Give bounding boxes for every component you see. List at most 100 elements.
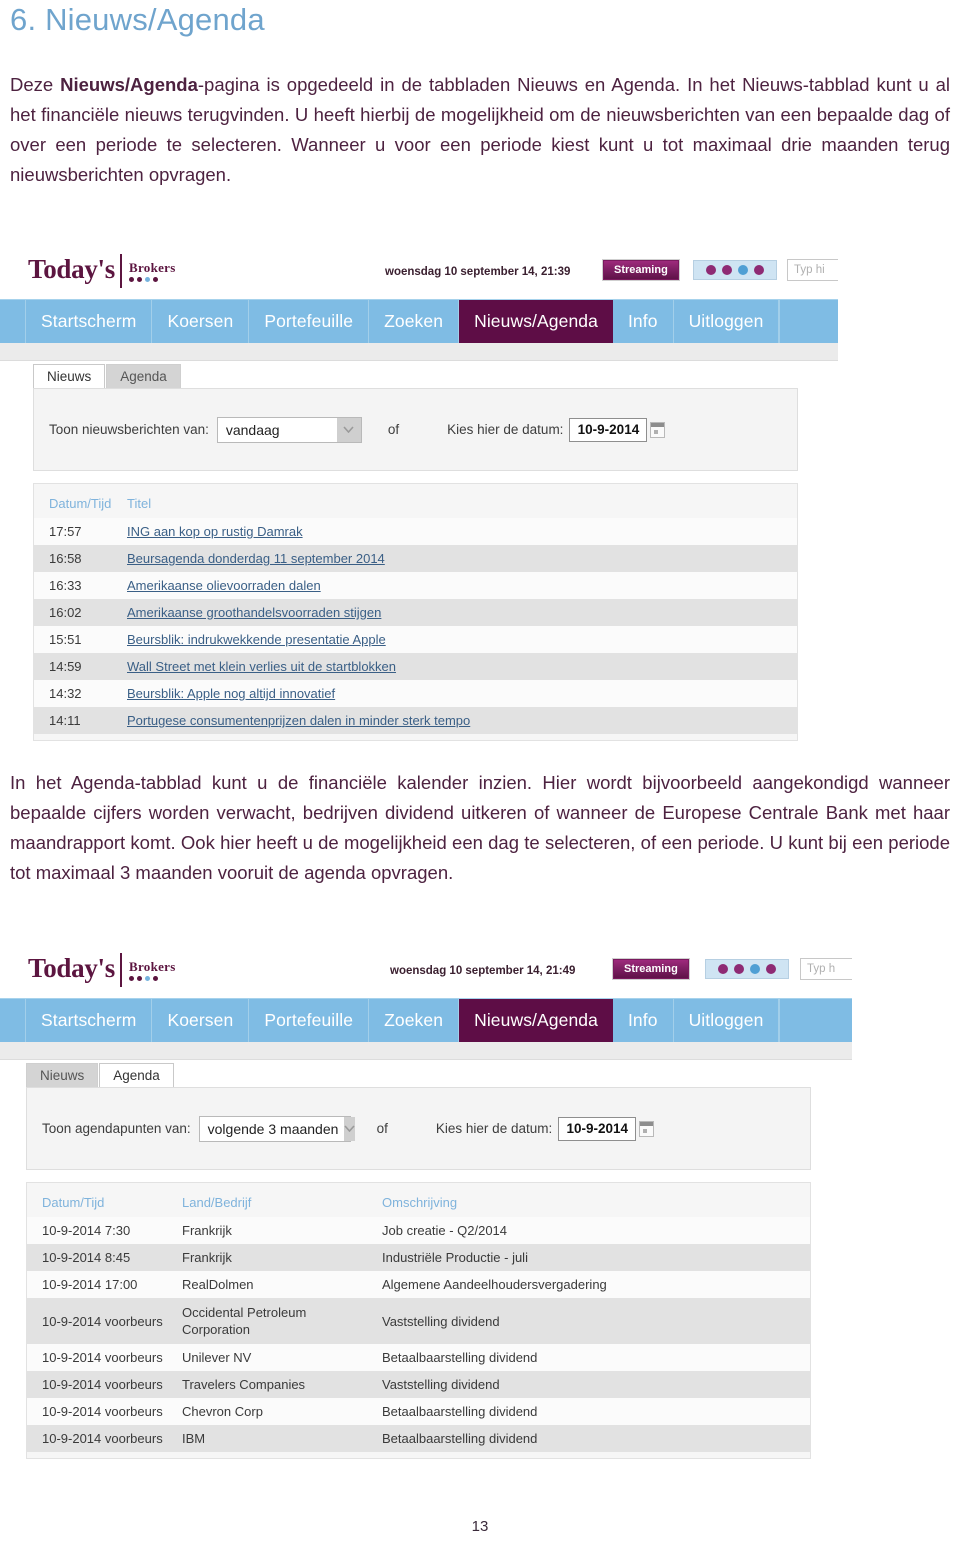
news-row-time: 15:51	[34, 626, 112, 653]
table-row[interactable]: 10-9-2014 17:00 RealDolmen Algemene Aand…	[27, 1271, 810, 1298]
streaming-button[interactable]: Streaming	[612, 958, 690, 980]
nav-item-koersen[interactable]: Koersen	[152, 300, 250, 343]
indicator-dot	[722, 265, 732, 275]
calendar-icon[interactable]	[639, 1120, 655, 1137]
todays-brokers-logo: Today's Brokers	[28, 953, 176, 987]
agenda-row-company: Unilever NV	[167, 1344, 367, 1371]
nav-spacer-left	[0, 999, 26, 1042]
agenda-row-datetime: 10-9-2014 voorbeurs	[27, 1425, 167, 1452]
news-row-title[interactable]: Beursagenda donderdag 11 september 2014	[112, 545, 797, 572]
nav-item-koersen[interactable]: Koersen	[152, 999, 250, 1042]
news-filter-label: Toon nieuwsberichten van:	[49, 422, 209, 437]
nav-item-nieuws-agenda[interactable]: Nieuws/Agenda	[459, 999, 613, 1042]
agenda-row-description: Job creatie - Q2/2014	[367, 1217, 810, 1244]
chevron-down-icon[interactable]	[336, 417, 361, 442]
news-row-title[interactable]: Amerikaanse olievoorraden dalen	[112, 572, 797, 599]
agenda-row-datetime: 10-9-2014 voorbeurs	[27, 1298, 167, 1344]
table-row[interactable]: 10-9-2014 voorbeurs Chevron Corp Betaalb…	[27, 1398, 810, 1425]
calendar-icon[interactable]	[650, 421, 666, 438]
nav-underbar	[0, 343, 838, 361]
news-link[interactable]: Amerikaanse groothandelsvoorraden stijge…	[127, 605, 381, 620]
nav-item-zoeken[interactable]: Zoeken	[369, 999, 460, 1042]
table-row[interactable]: 14:32 Beursblik: Apple nog altijd innova…	[34, 680, 797, 707]
table-row[interactable]: 17:57 ING aan kop op rustig Damrak	[34, 518, 797, 545]
agenda-col-omschrijving: Omschrijving	[382, 1195, 458, 1210]
logo-dot	[144, 976, 150, 981]
page-number: 13	[471, 1518, 489, 1535]
agenda-date-input[interactable]: 10-9-2014	[558, 1116, 637, 1141]
agenda-filter-or-label: of	[376, 1121, 388, 1136]
nav-underbar	[0, 1042, 852, 1060]
agenda-period-select[interactable]: volgende 3 maanden	[198, 1115, 356, 1142]
news-period-select[interactable]: vandaag	[216, 416, 362, 443]
chevron-down-icon[interactable]	[344, 1116, 356, 1141]
news-filter-panel: Toon nieuwsberichten van: vandaag of Kie…	[33, 388, 798, 471]
agenda-row-description: Industriële Productie - juli	[367, 1244, 810, 1271]
table-row[interactable]: 16:02 Amerikaanse groothandelsvoorraden …	[34, 599, 797, 626]
subtab-nieuws[interactable]: Nieuws	[33, 364, 106, 388]
agenda-row-description: Betaalbaarstelling dividend	[367, 1425, 810, 1452]
nav-item-startscherm[interactable]: Startscherm	[26, 999, 153, 1042]
news-link[interactable]: Beursagenda donderdag 11 september 2014	[127, 551, 385, 566]
search-input[interactable]: Typ h	[800, 958, 852, 980]
news-link[interactable]: Beursblik: Apple nog altijd innovatief	[127, 686, 335, 701]
table-row[interactable]: 10-9-2014 voorbeurs Unilever NV Betaalba…	[27, 1344, 810, 1371]
agenda-row-company: Frankrijk	[167, 1244, 367, 1271]
subtabs-agenda: Nieuws Agenda	[0, 1060, 852, 1087]
nav-item-info[interactable]: Info	[613, 300, 674, 343]
indicator-dot	[738, 265, 748, 275]
table-row[interactable]: 16:33 Amerikaanse olievoorraden dalen	[34, 572, 797, 599]
agenda-row-company: Chevron Corp	[167, 1398, 367, 1425]
search-input[interactable]: Typ hi	[787, 259, 838, 281]
news-row-title[interactable]: Beursblik: indrukwekkende presentatie Ap…	[112, 626, 797, 653]
nav-item-portefeuille[interactable]: Portefeuille	[249, 300, 370, 343]
news-table-header-row: Datum/Tijd Titel	[34, 492, 797, 518]
table-row[interactable]: 15:51 Beursblik: indrukwekkende presenta…	[34, 626, 797, 653]
news-link[interactable]: ING aan kop op rustig Damrak	[127, 524, 303, 539]
news-row-title[interactable]: ING aan kop op rustig Damrak	[112, 518, 797, 545]
subtab-agenda[interactable]: Agenda	[99, 1063, 174, 1087]
table-row[interactable]: 10-9-2014 voorbeurs IBM Betaalbaarstelli…	[27, 1425, 810, 1452]
agenda-row-company: Frankrijk	[167, 1217, 367, 1244]
table-row[interactable]: 10-9-2014 7:30 Frankrijk Job creatie - Q…	[27, 1217, 810, 1244]
nav-item-zoeken[interactable]: Zoeken	[369, 300, 460, 343]
agenda-row-description: Vaststelling dividend	[367, 1371, 810, 1398]
nav-item-info[interactable]: Info	[613, 999, 674, 1042]
news-row-title[interactable]: Wall Street met klein verlies uit de sta…	[112, 653, 797, 680]
logo-secondary-text: Brokers	[128, 260, 176, 275]
indicator-dot	[766, 964, 776, 974]
table-row[interactable]: 10-9-2014 8:45 Frankrijk Industriële Pro…	[27, 1244, 810, 1271]
news-link[interactable]: Beursblik: indrukwekkende presentatie Ap…	[127, 632, 386, 647]
indicator-dot	[718, 964, 728, 974]
page-title: 6. Nieuws/Agenda	[10, 2, 265, 37]
subtab-agenda[interactable]: Agenda	[106, 364, 181, 388]
nav-item-startscherm[interactable]: Startscherm	[26, 300, 153, 343]
table-row[interactable]: 16:58 Beursagenda donderdag 11 september…	[34, 545, 797, 572]
app-header-agenda: Today's Brokers woensdag 10 september 14…	[0, 945, 852, 998]
nav-item-uitloggen[interactable]: Uitloggen	[674, 999, 780, 1042]
news-row-title[interactable]: Amerikaanse groothandelsvoorraden stijge…	[112, 599, 797, 626]
news-link[interactable]: Amerikaanse olievoorraden dalen	[127, 578, 321, 593]
news-row-title[interactable]: Beursblik: Apple nog altijd innovatief	[112, 680, 797, 707]
agenda-screenshot: Today's Brokers woensdag 10 september 14…	[0, 945, 852, 1480]
indicator-dot	[750, 964, 760, 974]
subtab-nieuws[interactable]: Nieuws	[26, 1063, 99, 1087]
news-row-title[interactable]: Portugese consumentenprijzen dalen in mi…	[112, 707, 797, 734]
news-filter-or-label: of	[387, 422, 400, 437]
table-row[interactable]: 10-9-2014 voorbeurs Occidental Petroleum…	[27, 1298, 810, 1344]
news-row-time: 16:33	[34, 572, 112, 599]
news-col-titel: Titel	[127, 496, 152, 511]
news-row-time: 16:58	[34, 545, 112, 572]
intro-paragraph: Deze Nieuws/Agenda-pagina is opgedeeld i…	[10, 70, 950, 190]
table-row[interactable]: 10-9-2014 voorbeurs Travelers Companies …	[27, 1371, 810, 1398]
nav-item-nieuws-agenda[interactable]: Nieuws/Agenda	[459, 300, 613, 343]
nav-item-uitloggen[interactable]: Uitloggen	[674, 300, 780, 343]
table-row[interactable]: 14:59 Wall Street met klein verlies uit …	[34, 653, 797, 680]
table-row[interactable]: 14:11 Portugese consumentenprijzen dalen…	[34, 707, 797, 734]
news-link[interactable]: Wall Street met klein verlies uit de sta…	[127, 659, 396, 674]
news-link[interactable]: Portugese consumentenprijzen dalen in mi…	[127, 713, 470, 728]
streaming-button[interactable]: Streaming	[602, 259, 680, 281]
agenda-row-description: Betaalbaarstelling dividend	[367, 1398, 810, 1425]
news-date-input[interactable]: 10-9-2014	[569, 417, 648, 442]
nav-item-portefeuille[interactable]: Portefeuille	[249, 999, 370, 1042]
